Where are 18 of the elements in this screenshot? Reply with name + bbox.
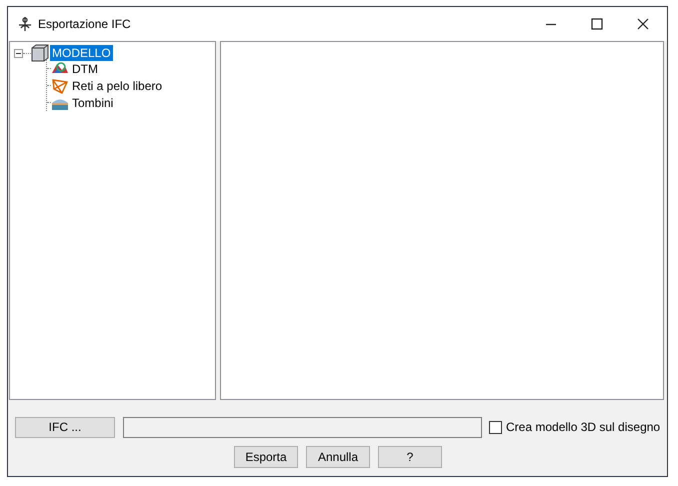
collapse-icon[interactable] [14,48,23,58]
cube-icon [31,44,49,62]
checkbox-label: Crea modello 3D sul disegno [506,420,660,434]
browse-button[interactable]: IFC ... [15,416,115,438]
export-button[interactable]: Esporta [234,446,298,468]
tree-item[interactable]: Reti a pelo libero [70,78,164,94]
close-icon[interactable] [637,18,649,30]
path-field[interactable] [123,416,482,438]
cancel-button[interactable]: Annulla [306,446,370,468]
tree-item[interactable]: MODELLO [50,45,113,61]
drafting-tool-icon [16,16,34,32]
tree-item[interactable]: Tombini [70,94,116,110]
checkbox[interactable] [489,420,502,434]
maximize-icon[interactable] [591,18,603,30]
network-icon [51,78,69,94]
help-button[interactable]: ? [378,446,442,468]
tree-item[interactable]: DTM [70,60,100,76]
window-title: Esportazione IFC [38,17,131,31]
